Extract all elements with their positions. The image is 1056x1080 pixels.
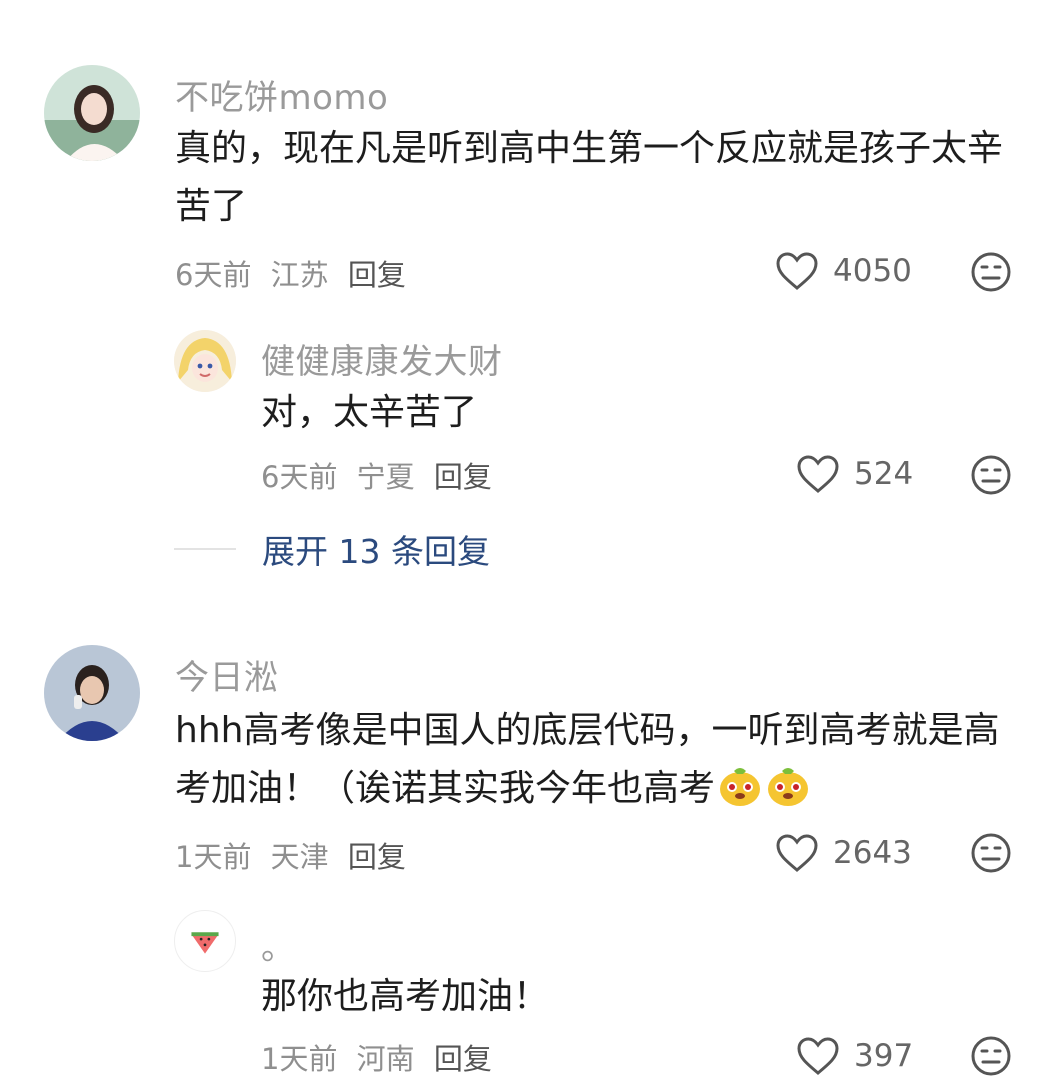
heart-outline-icon bbox=[797, 455, 839, 493]
comment-location: 天津 bbox=[270, 840, 329, 874]
comment-meta: 6天前 江苏 回复 bbox=[175, 252, 416, 294]
reply-time: 6天前 bbox=[261, 460, 338, 494]
reply-location: 宁夏 bbox=[356, 460, 415, 494]
avatar[interactable] bbox=[44, 645, 140, 741]
comment-location: 江苏 bbox=[270, 258, 329, 292]
like-button[interactable]: 397 bbox=[796, 1036, 913, 1076]
comment-username[interactable]: 不吃饼momo bbox=[175, 70, 388, 119]
reply-text: 对，太辛苦了 bbox=[261, 392, 478, 433]
heart-outline-icon bbox=[776, 834, 818, 872]
avatar[interactable] bbox=[174, 910, 236, 972]
comment-meta: 1天前 天津 回复 bbox=[175, 834, 416, 876]
like-button[interactable]: 524 bbox=[796, 454, 913, 494]
like-count: 4050 bbox=[833, 253, 912, 289]
like-count: 397 bbox=[854, 1038, 914, 1074]
expand-replies-button[interactable]: 展开 13 条回复 bbox=[174, 525, 490, 573]
like-count: 524 bbox=[854, 456, 914, 492]
meh-face-icon[interactable] bbox=[970, 1035, 1012, 1077]
like-count: 2643 bbox=[833, 835, 912, 871]
expand-replies-label: 展开 13 条回复 bbox=[262, 532, 490, 571]
reply-text: 那你也高考加油！ bbox=[261, 976, 550, 1017]
meh-face-icon[interactable] bbox=[970, 832, 1012, 874]
reply-meta: 1天前 河南 回复 bbox=[261, 1036, 502, 1078]
reply-button[interactable]: 回复 bbox=[348, 258, 406, 292]
reply-location: 河南 bbox=[356, 1042, 415, 1076]
reply-username[interactable]: 。 bbox=[261, 920, 296, 969]
avatar[interactable] bbox=[174, 330, 236, 392]
reply-time: 1天前 bbox=[261, 1042, 338, 1076]
avatar[interactable] bbox=[44, 65, 140, 161]
reply-username[interactable]: 健健康康发大财 bbox=[261, 334, 503, 383]
heart-outline-icon bbox=[776, 252, 818, 290]
comment-username[interactable]: 今日淞 bbox=[175, 650, 279, 699]
watermelon-icon bbox=[191, 932, 219, 954]
reply-meta: 6天前 宁夏 回复 bbox=[261, 454, 502, 496]
yellow-blob-emoji bbox=[768, 768, 809, 806]
comment-text-body: hhh高考像是中国人的底层代码，一听到高考就是高考加油！（诶诺其实我今年也高考 bbox=[175, 710, 1000, 809]
expand-divider bbox=[174, 548, 236, 550]
reply-button[interactable]: 回复 bbox=[348, 840, 406, 874]
reply-button[interactable]: 回复 bbox=[434, 1042, 492, 1076]
comment-time: 1天前 bbox=[175, 840, 252, 874]
like-button[interactable]: 2643 bbox=[775, 833, 912, 873]
meh-face-icon[interactable] bbox=[970, 454, 1012, 496]
reply-button[interactable]: 回复 bbox=[434, 460, 492, 494]
heart-outline-icon bbox=[797, 1037, 839, 1075]
comment-text: hhh高考像是中国人的底层代码，一听到高考就是高考加油！（诶诺其实我今年也高考 bbox=[175, 702, 1015, 818]
comment-text: 真的，现在凡是听到高中生第一个反应就是孩子太辛苦了 bbox=[175, 128, 1004, 227]
like-button[interactable]: 4050 bbox=[775, 251, 912, 291]
yellow-blob-emoji bbox=[720, 768, 761, 806]
meh-face-icon[interactable] bbox=[970, 251, 1012, 293]
comment-time: 6天前 bbox=[175, 258, 252, 292]
